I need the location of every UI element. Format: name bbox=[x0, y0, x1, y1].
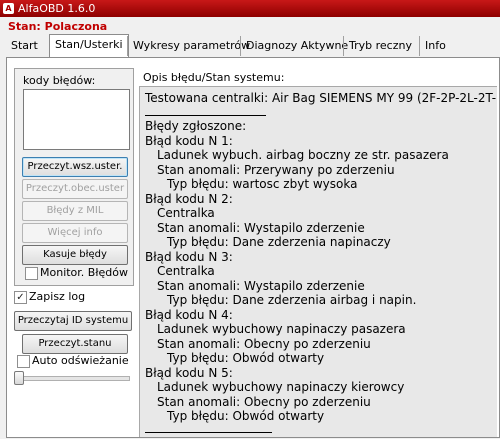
description-line: Testowana centralki: Air Bag SIEMENS MY … bbox=[145, 91, 497, 105]
description-line: Błąd kodu N 3: bbox=[145, 250, 233, 264]
tab-stan-usterki[interactable]: Stan/Usterki bbox=[49, 34, 129, 57]
description-line: Ladunek wybuchowy napinaczy kierowcy bbox=[157, 380, 405, 394]
tab-info[interactable]: Info bbox=[419, 36, 451, 56]
read-current-errors-button[interactable]: Przeczyt.obec.uster bbox=[22, 179, 128, 199]
description-line: Typ błędu: Obwód otwarty bbox=[167, 351, 325, 365]
description-line: Typ błędu: Dane zderzenia airbag i napin… bbox=[167, 293, 417, 307]
description-line: Błąd kodu N 5: bbox=[145, 366, 233, 380]
separator-line bbox=[145, 432, 272, 433]
description-line: Centralka bbox=[157, 264, 215, 278]
codes-label: kody błędów: bbox=[23, 74, 96, 87]
description-line: Centralka bbox=[157, 206, 215, 220]
auto-refresh-checkbox[interactable] bbox=[17, 355, 30, 368]
description-area[interactable]: Testowana centralki: Air Bag SIEMENS MY … bbox=[139, 86, 497, 437]
refresh-slider-thumb[interactable] bbox=[14, 371, 24, 385]
description-line: Błędy zgłoszone: bbox=[145, 119, 247, 133]
connection-status: Stan: Polaczona bbox=[8, 20, 108, 33]
description-line: Ladunek wybuchowy napinaczy pasazera bbox=[157, 322, 406, 336]
save-log-label: Zapisz log bbox=[29, 290, 86, 303]
description-line: Stan anomali: Obecny po zderzeniu bbox=[157, 395, 371, 409]
monitor-errors-checkbox[interactable] bbox=[25, 267, 38, 280]
tab-bar: Start Stan/Usterki Wykresy parametrów Di… bbox=[0, 34, 500, 58]
mil-errors-button[interactable]: Błędy z MIL bbox=[22, 201, 128, 221]
more-info-button[interactable]: Więcej info bbox=[22, 223, 128, 243]
description-line: Błąd kodu N 4: bbox=[145, 308, 233, 322]
description-title: Opis błędu/Stan systemu: bbox=[143, 71, 285, 84]
read-all-errors-button[interactable]: Przeczyt.wsz.uster. bbox=[22, 157, 128, 177]
tab-diagnozy-aktywne[interactable]: Diagnozy Aktywne bbox=[240, 36, 353, 56]
title-bar: A AlfaOBD 1.6.0 bbox=[0, 0, 500, 17]
description-line: Stan anomali: Wystapilo zderzenie bbox=[157, 221, 365, 235]
separator-line bbox=[145, 115, 266, 116]
description-line: Stan anomali: Obecny po zderzeniu bbox=[157, 337, 371, 351]
error-codes-list[interactable] bbox=[23, 89, 130, 150]
description-line: Błąd kodu N 1: bbox=[145, 134, 233, 148]
refresh-slider-track[interactable] bbox=[16, 376, 130, 381]
app-icon: A bbox=[3, 3, 14, 14]
window-title: AlfaOBD 1.6.0 bbox=[18, 2, 96, 15]
auto-refresh-label: Auto odświeżanie bbox=[32, 354, 129, 367]
description-line: Ladunek wybuch. airbag boczny ze str. pa… bbox=[157, 148, 449, 162]
description-line: Błąd kodu N 2: bbox=[145, 192, 233, 206]
description-line: Typ błędu: Obwód otwarty bbox=[167, 409, 325, 423]
tab-tryb-reczny[interactable]: Tryb reczny bbox=[343, 36, 417, 56]
clear-errors-button[interactable]: Kasuje błędy bbox=[22, 245, 128, 265]
tab-start[interactable]: Start bbox=[6, 36, 43, 56]
tab-wykresy-parametrow[interactable]: Wykresy parametrów bbox=[127, 36, 255, 56]
read-system-id-button[interactable]: Przeczytaj ID systemu bbox=[14, 311, 132, 331]
description-line: Stan anomali: Wystapilo zderzenie bbox=[157, 279, 365, 293]
description-line: Typ błędu: Dane zderzenia napinaczy bbox=[167, 235, 391, 249]
save-log-checkbox[interactable]: ✓ bbox=[14, 291, 27, 304]
read-state-button[interactable]: Przeczyt.stanu bbox=[22, 334, 128, 354]
description-line: Stan anomali: Przerywany po zderzeniu bbox=[157, 163, 395, 177]
monitor-errors-label: Monitor. Błędów bbox=[40, 266, 128, 279]
description-line: Typ błędu: wartosc zbyt wysoka bbox=[167, 177, 358, 191]
